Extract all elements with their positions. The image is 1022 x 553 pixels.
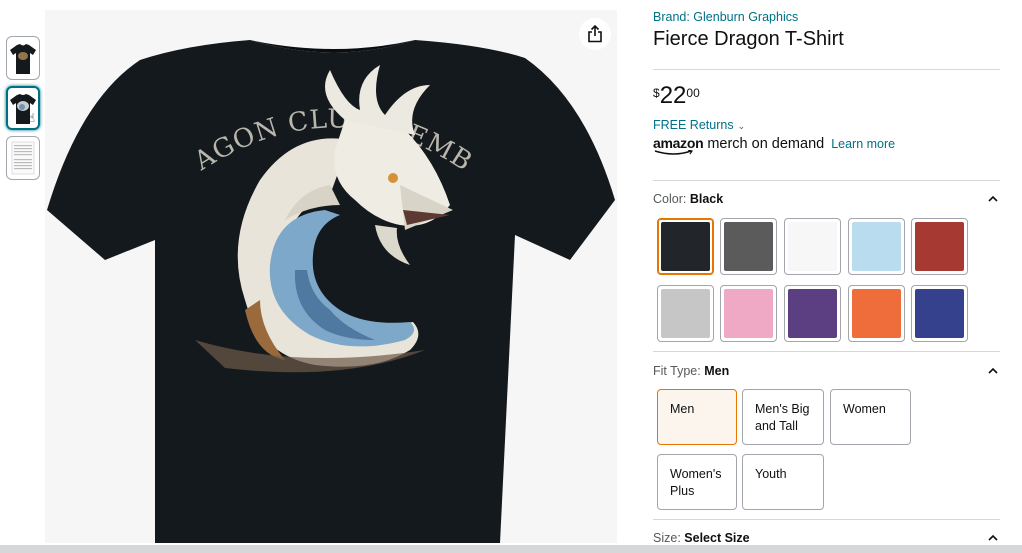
fit-option-men[interactable]: Men: [657, 389, 737, 445]
selected-color: Black: [689, 192, 724, 206]
swatch-color-fill: [788, 222, 837, 271]
swatch-color-fill: [915, 289, 964, 338]
learn-more-link[interactable]: Learn more: [831, 137, 895, 151]
color-swatch-royal-blue[interactable]: [911, 285, 968, 342]
price: $ 22 00: [653, 84, 700, 108]
size-value: Select Size: [684, 531, 750, 545]
swatch-color-fill: [724, 289, 773, 338]
fit-option-mens-big-and-tall[interactable]: Men's Big and Tall: [742, 389, 824, 445]
thumbnail-front[interactable]: [6, 36, 40, 80]
color-swatch-heather-grey[interactable]: [657, 285, 714, 342]
fit-option-youth[interactable]: Youth: [742, 454, 824, 510]
swatch-color-fill: [724, 222, 773, 271]
chevron-up-icon[interactable]: [987, 365, 999, 377]
main-product-image[interactable]: DRAGON CLUB MEMBER: [45, 10, 617, 543]
color-swatch-white[interactable]: [784, 218, 841, 275]
merch-on-demand-text: merch on demand: [707, 136, 825, 152]
price-fraction: 00: [686, 86, 700, 100]
swatch-color-fill: [852, 289, 901, 338]
swatch-color-fill: [788, 289, 837, 338]
color-swatch-asphalt[interactable]: [720, 218, 777, 275]
free-returns-link[interactable]: FREE Returns ⌄: [653, 118, 745, 132]
fit-option-women[interactable]: Women: [830, 389, 911, 445]
color-swatch-pink[interactable]: [720, 285, 777, 342]
color-swatch-purple[interactable]: [784, 285, 841, 342]
swatch-color-fill: [915, 222, 964, 271]
free-returns-label: FREE Returns: [653, 118, 734, 132]
hand-cursor-icon: ☝: [27, 111, 35, 125]
share-button[interactable]: [579, 18, 611, 50]
product-title: Fierce Dragon T-Shirt: [653, 28, 844, 50]
window-bottom-edge: [0, 545, 1022, 553]
thumbnail-size-chart[interactable]: [6, 136, 40, 180]
color-swatch-black[interactable]: [657, 218, 714, 275]
chevron-down-icon: ⌄: [737, 121, 746, 131]
color-swatch-orange[interactable]: [848, 285, 905, 342]
chevron-up-icon[interactable]: [987, 532, 999, 544]
color-swatch-baby-blue[interactable]: [848, 218, 905, 275]
share-icon: [588, 25, 602, 43]
selected-fit-type: Men: [704, 364, 730, 378]
divider: [653, 351, 1000, 352]
color-label: Color: Black: [653, 192, 724, 206]
fit-option-womens-plus[interactable]: Women's Plus: [657, 454, 737, 510]
chevron-up-icon[interactable]: [987, 193, 999, 205]
divider: [653, 69, 1000, 70]
amazon-smile-icon: [654, 150, 693, 155]
brand-link[interactable]: Brand: Glenburn Graphics: [653, 10, 798, 24]
swatch-color-fill: [661, 222, 710, 271]
swatch-color-fill: [661, 289, 710, 338]
merch-on-demand: amazon merch on demand Learn more: [653, 135, 895, 155]
amazon-logo: amazon: [653, 135, 704, 155]
divider: [653, 519, 1000, 520]
color-swatch-red[interactable]: [911, 218, 968, 275]
price-whole: 22: [659, 82, 687, 109]
divider: [653, 180, 1000, 181]
thumbnail-strip: ☝: [6, 36, 40, 186]
price-symbol: $: [653, 86, 660, 100]
size-label: Size: Select Size: [653, 531, 750, 545]
thumbnail-back[interactable]: ☝: [6, 86, 40, 130]
fit-type-label: Fit Type: Men: [653, 364, 730, 378]
swatch-color-fill: [852, 222, 901, 271]
